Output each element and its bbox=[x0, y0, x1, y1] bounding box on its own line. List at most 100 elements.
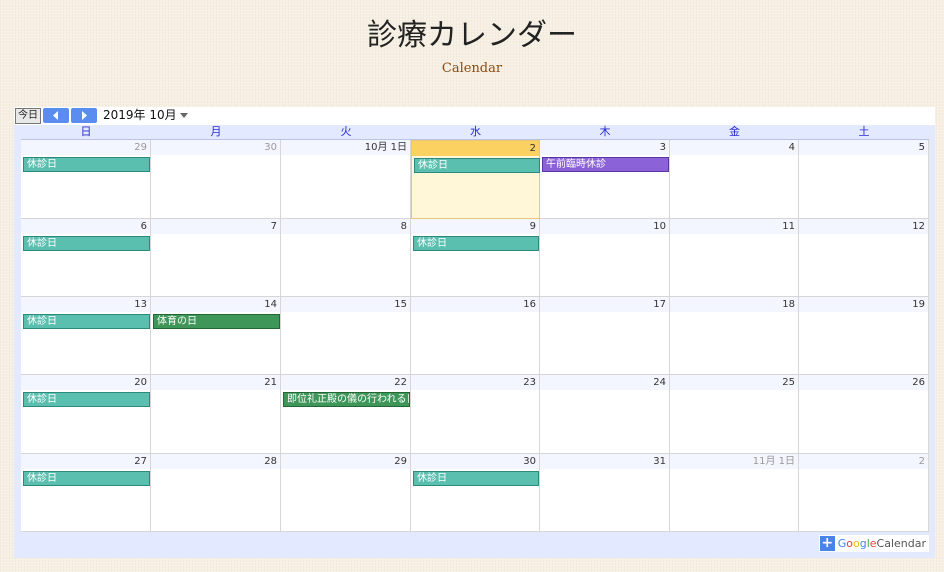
day-cell[interactable]: 9 休診日 bbox=[411, 219, 540, 297]
calendar-event[interactable]: 即位礼正殿の儀の行われる日 bbox=[283, 392, 410, 407]
calendar-event[interactable]: 休診日 bbox=[23, 157, 150, 172]
day-cell[interactable]: 26 bbox=[799, 375, 929, 454]
date-number: 11 bbox=[782, 221, 795, 232]
date-header: 25 bbox=[670, 375, 798, 390]
day-cell[interactable]: 18 bbox=[670, 297, 799, 375]
date-header: 7 bbox=[151, 219, 280, 234]
day-cell[interactable]: 25 bbox=[670, 375, 799, 454]
calendar-event[interactable]: 休診日 bbox=[413, 471, 539, 486]
day-cell[interactable]: 31 bbox=[540, 454, 670, 532]
today-button[interactable]: 今日 bbox=[15, 108, 41, 124]
date-number: 6 bbox=[140, 221, 147, 232]
day-cell[interactable]: 17 bbox=[540, 297, 670, 375]
date-number: 9 bbox=[529, 221, 536, 232]
day-cell[interactable]: 4 bbox=[670, 140, 799, 219]
day-cell-today[interactable]: 2 休診日 bbox=[411, 140, 540, 219]
day-cell[interactable]: 13 休診日 bbox=[21, 297, 151, 375]
day-cell[interactable]: 14 体育の日 bbox=[151, 297, 281, 375]
date-header: 5 bbox=[799, 140, 928, 155]
calendar-event[interactable]: 休診日 bbox=[23, 236, 150, 251]
chevron-left-icon bbox=[53, 111, 58, 120]
day-cell[interactable]: 7 bbox=[151, 219, 281, 297]
next-month-button[interactable] bbox=[71, 108, 97, 123]
day-cell[interactable]: 21 bbox=[151, 375, 281, 454]
calendar-event[interactable]: 休診日 bbox=[413, 236, 539, 251]
date-header: 30 bbox=[151, 140, 280, 155]
date-number: 5 bbox=[918, 142, 925, 153]
day-cell[interactable]: 12 bbox=[799, 219, 929, 297]
weekday-label: 日 bbox=[80, 125, 92, 138]
date-number: 2 bbox=[918, 456, 925, 467]
date-header: 6 bbox=[21, 219, 150, 234]
caret-down-icon[interactable] bbox=[180, 113, 188, 118]
day-cell[interactable]: 30 bbox=[151, 140, 281, 219]
date-header: 30 bbox=[411, 454, 539, 469]
date-header: 24 bbox=[540, 375, 669, 390]
day-cell[interactable]: 10月 1日 bbox=[281, 140, 411, 219]
prev-month-button[interactable] bbox=[43, 108, 69, 123]
date-number: 16 bbox=[523, 299, 536, 310]
date-number: 8 bbox=[400, 221, 407, 232]
day-cell[interactable]: 6 休診日 bbox=[21, 219, 151, 297]
day-cell[interactable]: 19 bbox=[799, 297, 929, 375]
date-number: 29 bbox=[394, 456, 407, 467]
date-number: 10月 1日 bbox=[364, 142, 407, 153]
day-cell[interactable]: 22 即位礼正殿の儀の行われる日 bbox=[281, 375, 411, 454]
current-month-label: 2019年 10月 bbox=[103, 108, 177, 122]
day-cell[interactable]: 28 bbox=[151, 454, 281, 532]
date-header: 15 bbox=[281, 297, 410, 312]
date-header: 9 bbox=[411, 219, 539, 234]
calendar-event[interactable]: 休診日 bbox=[23, 314, 150, 329]
page-subtitle: Calendar bbox=[441, 61, 503, 76]
day-cell[interactable]: 5 bbox=[799, 140, 929, 219]
weekday-label: 木 bbox=[599, 125, 611, 138]
date-number: 17 bbox=[653, 299, 666, 310]
date-header: 3 bbox=[540, 140, 669, 155]
day-cell[interactable]: 24 bbox=[540, 375, 670, 454]
date-header: 19 bbox=[799, 297, 928, 312]
day-cell[interactable]: 16 bbox=[411, 297, 540, 375]
day-cell[interactable]: 3 午前臨時休診 bbox=[540, 140, 670, 219]
day-cell[interactable]: 10 bbox=[540, 219, 670, 297]
google-calendar-badge[interactable]: + GoogleCalendar bbox=[818, 535, 929, 552]
day-cell[interactable]: 29 bbox=[281, 454, 411, 532]
calendar-event[interactable]: 体育の日 bbox=[153, 314, 280, 329]
calendar-event[interactable]: 休診日 bbox=[23, 471, 150, 486]
weekday-label: 土 bbox=[858, 125, 870, 138]
day-cell[interactable]: 8 bbox=[281, 219, 411, 297]
date-header: 12 bbox=[799, 219, 928, 234]
day-cell[interactable]: 30 休診日 bbox=[411, 454, 540, 532]
date-number: 22 bbox=[394, 377, 407, 388]
date-number: 19 bbox=[912, 299, 925, 310]
date-number: 29 bbox=[134, 142, 147, 153]
date-header: 29 bbox=[281, 454, 410, 469]
day-cell[interactable]: 20 休診日 bbox=[21, 375, 151, 454]
date-header: 2 bbox=[799, 454, 928, 469]
date-header: 17 bbox=[540, 297, 669, 312]
day-cell[interactable]: 27 休診日 bbox=[21, 454, 151, 532]
date-number: 12 bbox=[912, 221, 925, 232]
google-logo-text: Google bbox=[837, 537, 877, 550]
calendar-event[interactable]: 午前臨時休診 bbox=[542, 157, 669, 172]
date-number: 23 bbox=[523, 377, 536, 388]
day-cell[interactable]: 29 休診日 bbox=[21, 140, 151, 219]
date-header: 11月 1日 bbox=[670, 454, 798, 469]
date-header: 4 bbox=[670, 140, 798, 155]
date-number: 28 bbox=[264, 456, 277, 467]
calendar-event[interactable]: 休診日 bbox=[23, 392, 150, 407]
day-cell[interactable]: 15 bbox=[281, 297, 411, 375]
calendar-toolbar: 今日 2019年 10月 bbox=[14, 107, 935, 125]
day-cell[interactable]: 11 bbox=[670, 219, 799, 297]
date-number: 21 bbox=[264, 377, 277, 388]
date-number: 3 bbox=[659, 142, 666, 153]
calendar-event[interactable]: 休診日 bbox=[414, 158, 540, 173]
day-cell[interactable]: 23 bbox=[411, 375, 540, 454]
day-cell[interactable]: 2 bbox=[799, 454, 929, 532]
date-header: 18 bbox=[670, 297, 798, 312]
day-cell[interactable]: 11月 1日 bbox=[670, 454, 799, 532]
calendar-word: Calendar bbox=[876, 537, 926, 550]
weekday-label: 月 bbox=[210, 125, 222, 138]
date-number: 30 bbox=[264, 142, 277, 153]
date-number: 31 bbox=[653, 456, 666, 467]
date-header: 21 bbox=[151, 375, 280, 390]
